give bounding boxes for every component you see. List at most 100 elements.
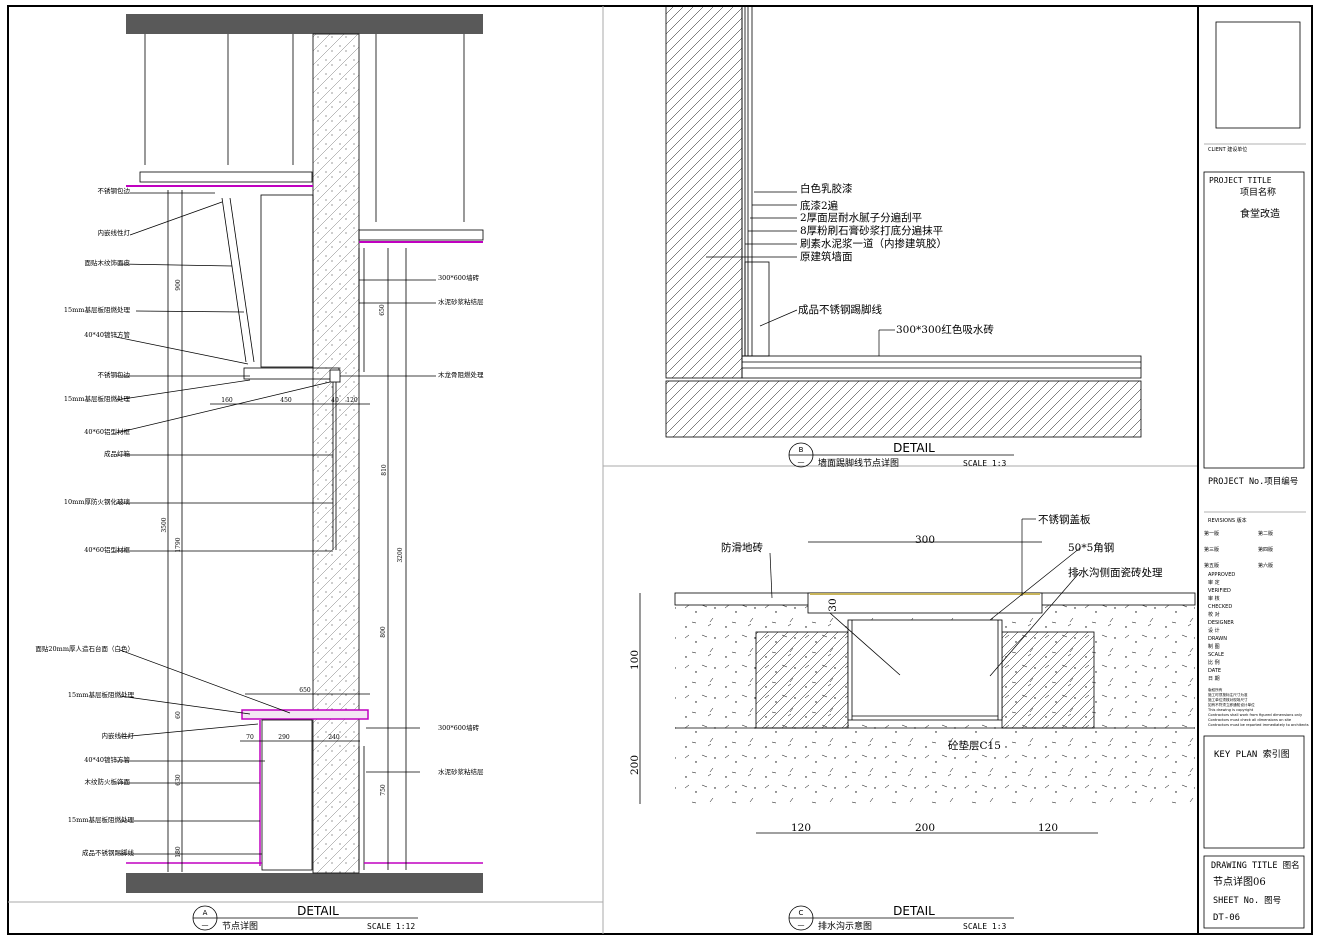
detail-a-label: 成品灯箱 [104,449,131,458]
approval-item: 日 期 [1208,676,1220,682]
client-label: CLIENT 建设单位 [1208,146,1247,153]
detail-b-label: 2厚面层耐水腻子分遍刮平 [800,211,922,224]
approval-item: 审 核 [1208,595,1220,602]
approval-item: DRAWN [1208,636,1227,642]
dimension-text: 3500 [161,517,168,532]
detail-a-label: 40*40镀锌方管 [84,755,130,764]
detail-scale: SCALE 1:3 [963,922,1007,931]
dimension-text: 650 [299,687,311,694]
detail-a-label: 15mm基层板阻燃处理 [64,394,131,403]
drawing-title-label: DRAWING TITLE 图名 [1211,860,1300,871]
approval-item: DATE [1208,668,1221,674]
project-no: PROJECT No.项目编号 [1208,476,1298,487]
revision-item: 第六版 [1258,562,1273,569]
dimension-text: 750 [380,784,387,796]
detail-heading: DETAIL [893,904,935,918]
dimension-text: 900 [175,279,182,291]
detail-c-label: 排水沟侧面瓷砖处理 [1068,566,1163,579]
revisions-label: REVISIONS 版本 [1208,517,1247,524]
dimension-text: 160 [221,397,233,404]
detail-sub-mark: — [798,458,805,466]
note-line: Contractors must be reported immediately… [1208,723,1309,727]
dimension-text: 120 [1038,822,1058,834]
detail-a-label: 水泥砂浆粘结层 [438,767,484,776]
detail-c-label: 不锈钢盖板 [1038,513,1091,526]
cad-drawing: 不锈钢包边内嵌线性灯面贴木纹饰面皮15mm基层板阻燃处理40*40镀锌方管不锈钢… [7,5,1313,935]
detail-a-label: 内嵌线性灯 [102,731,135,740]
dimension-text: 60 [175,711,182,719]
approval-item: 制 图 [1208,643,1220,650]
detail-a-label: 40*60铝型材框 [84,427,130,436]
approval-item: 审 定 [1208,579,1220,586]
dimension-text: 1790 [175,537,182,552]
detail-a-label: 水泥砂浆粘结层 [438,297,484,306]
dimension-text: 180 [175,846,182,858]
detail-a-label: 成品不锈钢踢脚线 [82,848,135,857]
dimension-text: 290 [278,734,290,741]
dimension-text: 30 [827,598,839,611]
detail-b-label: 白色乳胶漆 [800,182,853,195]
detail-c-label: 砼垫层C15 [948,739,1001,752]
detail-b-label: 成品不锈钢踢脚线 [798,303,882,316]
dimension-text: 300 [915,534,935,546]
detail-letter: A [203,909,208,917]
approval-item: 比 例 [1208,659,1220,666]
sheet-no-label: SHEET No. 图号 [1213,896,1281,906]
note-line: 施工单位须核对现场尺寸 [1208,697,1248,702]
sheet-no: DT-06 [1213,913,1240,923]
dimension-text: 240 [328,734,340,741]
detail-letter: C [799,909,804,917]
detail-sub-mark: — [798,921,805,929]
note-line: Contractors shall work from figured dime… [1208,713,1303,717]
approval-item: VERIFIED [1208,588,1231,594]
detail-scale: SCALE 1:3 [963,459,1007,468]
project-title-label: PROJECT TITLE [1209,176,1272,185]
detail-name: 墙面踢脚线节点详图 [818,457,899,469]
note-line: 版权所有 [1208,687,1223,692]
dimension-text: 100 [629,650,641,670]
detail-b-label: 底漆2遍 [800,199,839,212]
drawing-sheet: 不锈钢包边 内嵌线性灯 面贴木纹饰面皮 15mm基层板阻燃处理 40*40镀锌方管 不锈钢… [0,0,1318,939]
note-line: 施工时须按标注尺寸为准 [1208,692,1248,697]
note-line: 如有不符须立即通知设计单位 [1208,702,1255,707]
project-name: 食堂改造 [1240,207,1280,220]
dimension-text: 200 [915,822,935,834]
detail-a-label: 面贴20mm厚人造石台面（白色） [35,644,134,653]
detail-c-label: 50*5角钢 [1068,541,1114,554]
detail-a-label: 内嵌线性灯 [98,228,131,237]
detail-name: 排水沟示意图 [818,920,872,932]
approval-item: 设 计 [1208,627,1220,634]
dimension-text: 40 [331,397,339,404]
detail-letter: B [799,446,804,454]
title-block-text: CLIENT 建设单位 PROJECT TITLE项目名称食堂改造 PROJECT … [1204,146,1309,923]
detail-a-label: 300*600墙砖 [438,723,480,732]
project-name-label: 项目名称 [1240,186,1276,198]
revision-item: 第三版 [1204,546,1219,553]
revision-item: 第四版 [1258,546,1273,553]
note-line: This drawing is copyright [1207,708,1254,712]
approval-item: CHECKED [1208,604,1232,610]
dimension-text: 70 [246,734,254,741]
detail-a-label: 木龙骨阻燃处理 [438,370,484,379]
title-block [1203,21,1306,929]
note-line: Contractors must check all dimensions on… [1208,718,1292,722]
detail-a-label: 15mm基层板阻燃处理 [68,690,135,699]
dimension-text: 800 [380,626,387,638]
detail-c-label: 防滑地砖 [721,541,763,554]
detail-c [639,541,1196,834]
detail-a-label: 300*600墙砖 [438,273,480,282]
dimension-text: 650 [379,304,386,316]
detail-a-label: 10mm厚防火钢化玻璃 [64,497,131,506]
detail-heading: DETAIL [893,441,935,455]
detail-b-label: 原建筑墙面 [800,250,853,263]
detail-a-label: 不锈钢包边 [98,186,131,195]
detail-a-label: 木纹防火板饰面 [85,777,131,786]
approval-item: APPROVED [1208,572,1235,578]
detail-b-text: 白色乳胶漆底漆2遍2厚面层耐水腻子分遍刮平8厚粉刷石膏砂浆打底分遍抹平刷素水泥浆… [798,182,994,336]
detail-b-label: 刷素水泥浆一道（内掺建筑胶） [800,237,947,250]
revision-item: 第一版 [1204,530,1219,537]
dimension-text: 450 [280,397,292,404]
dimension-text: 120 [346,397,358,404]
dimension-text: 120 [791,822,811,834]
approval-item: 校 对 [1208,611,1220,618]
